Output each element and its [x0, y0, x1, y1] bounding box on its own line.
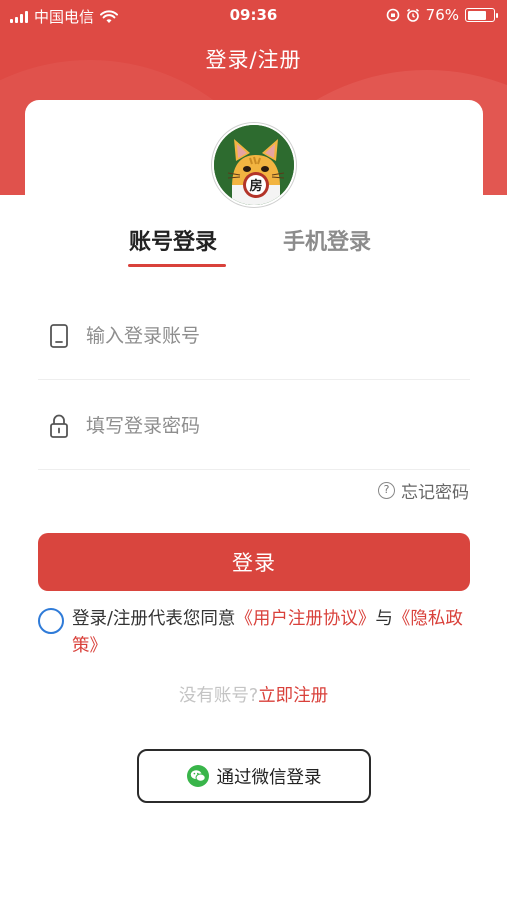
- agreement-text: 登录/注册代表您同意《用户注册协议》与《隐私政策》: [38, 606, 478, 660]
- alarm-icon: [406, 8, 419, 22]
- wechat-login-label: 通过微信登录: [216, 767, 322, 788]
- tab-account-login[interactable]: 账号登录: [129, 224, 217, 256]
- agreement-joiner: 与: [375, 609, 393, 629]
- battery-icon: [465, 8, 498, 22]
- account-field: [38, 290, 470, 380]
- register-row: 没有账号?立即注册: [0, 682, 507, 707]
- status-right: 76%: [386, 6, 498, 24]
- login-button[interactable]: 登录: [38, 533, 470, 591]
- battery-percent: 76%: [425, 6, 459, 24]
- tab-phone-login[interactable]: 手机登录: [283, 224, 371, 256]
- app-logo: 房: [212, 123, 296, 207]
- active-tab-indicator: [128, 264, 226, 267]
- wechat-icon: [186, 765, 209, 787]
- page-title: 登录/注册: [205, 48, 302, 72]
- agreement-checkbox[interactable]: [38, 608, 64, 634]
- phone-icon: [50, 324, 68, 348]
- login-screen: 中国电信 09:36 76% 登录/注册 房 账号登录 手机登录 输入登录账号 …: [0, 0, 507, 900]
- orientation-lock-icon: [386, 8, 399, 22]
- wechat-login-button[interactable]: 通过微信登录: [137, 749, 371, 803]
- register-prompt: 没有账号?: [178, 686, 259, 706]
- agreement-row: 登录/注册代表您同意《用户注册协议》与《隐私政策》: [38, 606, 478, 660]
- logo-badge-text: 房: [249, 178, 262, 194]
- user-agreement-link[interactable]: 《用户注册协议》: [235, 609, 375, 629]
- forgot-password-label: 忘记密码: [401, 483, 469, 503]
- lock-icon: [50, 414, 68, 438]
- password-input[interactable]: [86, 408, 456, 444]
- login-tabs: 账号登录 手机登录: [0, 224, 507, 274]
- forgot-password-link[interactable]: ? 忘记密码: [378, 478, 469, 503]
- help-circle-icon: ?: [378, 482, 395, 499]
- cat-mascot-icon: 房: [214, 125, 294, 205]
- account-input[interactable]: [86, 318, 456, 354]
- register-link[interactable]: 立即注册: [258, 686, 328, 706]
- status-bar: 中国电信 09:36 76%: [0, 0, 507, 32]
- agreement-prefix: 登录/注册代表您同意: [72, 609, 236, 629]
- password-field: [38, 380, 470, 470]
